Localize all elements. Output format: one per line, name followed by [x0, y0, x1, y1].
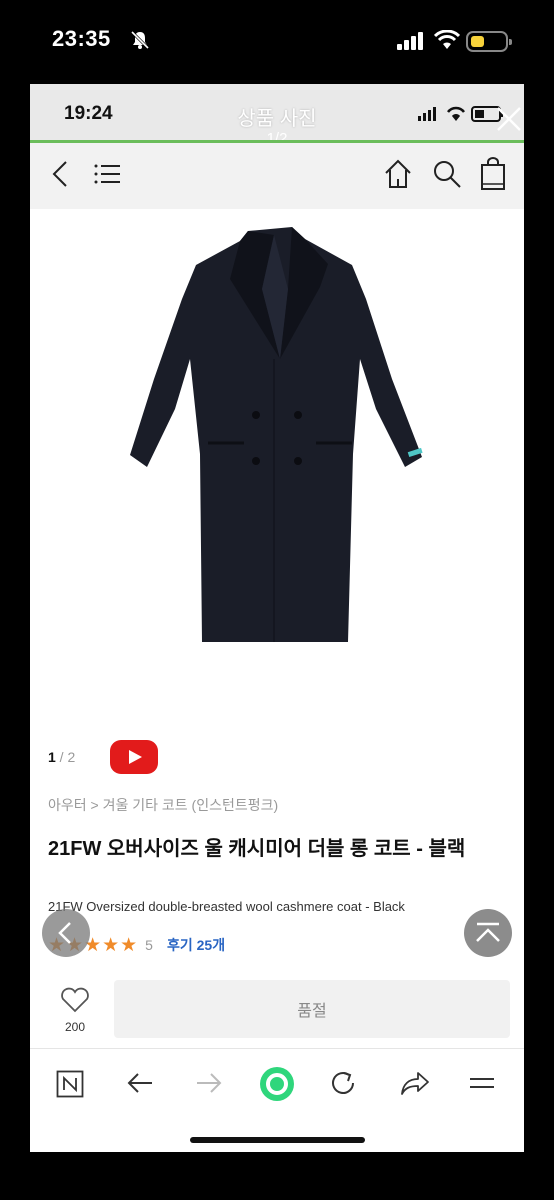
soldout-button[interactable]: 품절: [114, 980, 510, 1038]
home-indicator: [190, 1137, 365, 1143]
chevron-left-icon: [58, 922, 71, 944]
play-icon: [129, 750, 142, 764]
gallery-title: 상품 사진: [237, 108, 317, 130]
back-arrow-icon[interactable]: [48, 159, 72, 189]
site-header: [30, 143, 524, 209]
refresh-icon[interactable]: [330, 1069, 358, 1097]
rating-count: 5: [145, 937, 153, 953]
share-icon[interactable]: [400, 1070, 430, 1096]
pager-total: 2: [67, 749, 76, 765]
coat-image: [130, 227, 423, 642]
prev-floating-button[interactable]: [42, 909, 90, 957]
wifi-icon: [434, 30, 460, 49]
shopping-bag-icon[interactable]: [480, 157, 506, 191]
review-link[interactable]: 후기 25개: [167, 935, 225, 955]
outer-clock: 23:35: [52, 26, 111, 51]
naver-n-icon[interactable]: [56, 1070, 84, 1098]
pager-current: 1: [48, 749, 56, 765]
product-title: 21FW 오버사이즈 울 캐시미어 더블 롱 코트 - 블랙: [48, 838, 466, 860]
like-button[interactable]: 200: [50, 987, 100, 1034]
menu-icon[interactable]: [468, 1073, 496, 1093]
close-icon[interactable]: [496, 106, 522, 132]
battery-icon: [466, 31, 512, 52]
menu-icon[interactable]: [94, 163, 122, 185]
arrow-up-icon: [476, 922, 500, 942]
youtube-play-button[interactable]: [110, 740, 158, 774]
scroll-top-button[interactable]: [464, 909, 512, 957]
pager-separator: /: [55, 749, 68, 765]
product-image[interactable]: [30, 209, 524, 789]
image-pager: 1 / 2: [48, 749, 75, 765]
like-count: 200: [64, 1020, 86, 1034]
outer-status-bar: 23:35: [0, 0, 554, 84]
breadcrumb[interactable]: 아우터 > 겨울 기타 코트 (인스턴트펑크): [48, 795, 278, 815]
product-subtitle: 21FW Oversized double-breasted wool cash…: [48, 899, 405, 914]
silent-bell-icon: [130, 30, 150, 50]
search-icon[interactable]: [432, 159, 462, 189]
heart-icon: [61, 987, 89, 1013]
back-icon[interactable]: [126, 1071, 154, 1095]
home-icon[interactable]: [384, 159, 412, 189]
browser-toolbar: [30, 1048, 524, 1152]
screenshot-frame: 19:24 상품 사진 1/2 1 / 2 아우터 > 겨울 기타 코트 (인스…: [30, 84, 524, 1152]
green-dot-icon[interactable]: [258, 1065, 296, 1103]
signal-icon: [397, 32, 423, 50]
forward-icon[interactable]: [195, 1071, 223, 1095]
